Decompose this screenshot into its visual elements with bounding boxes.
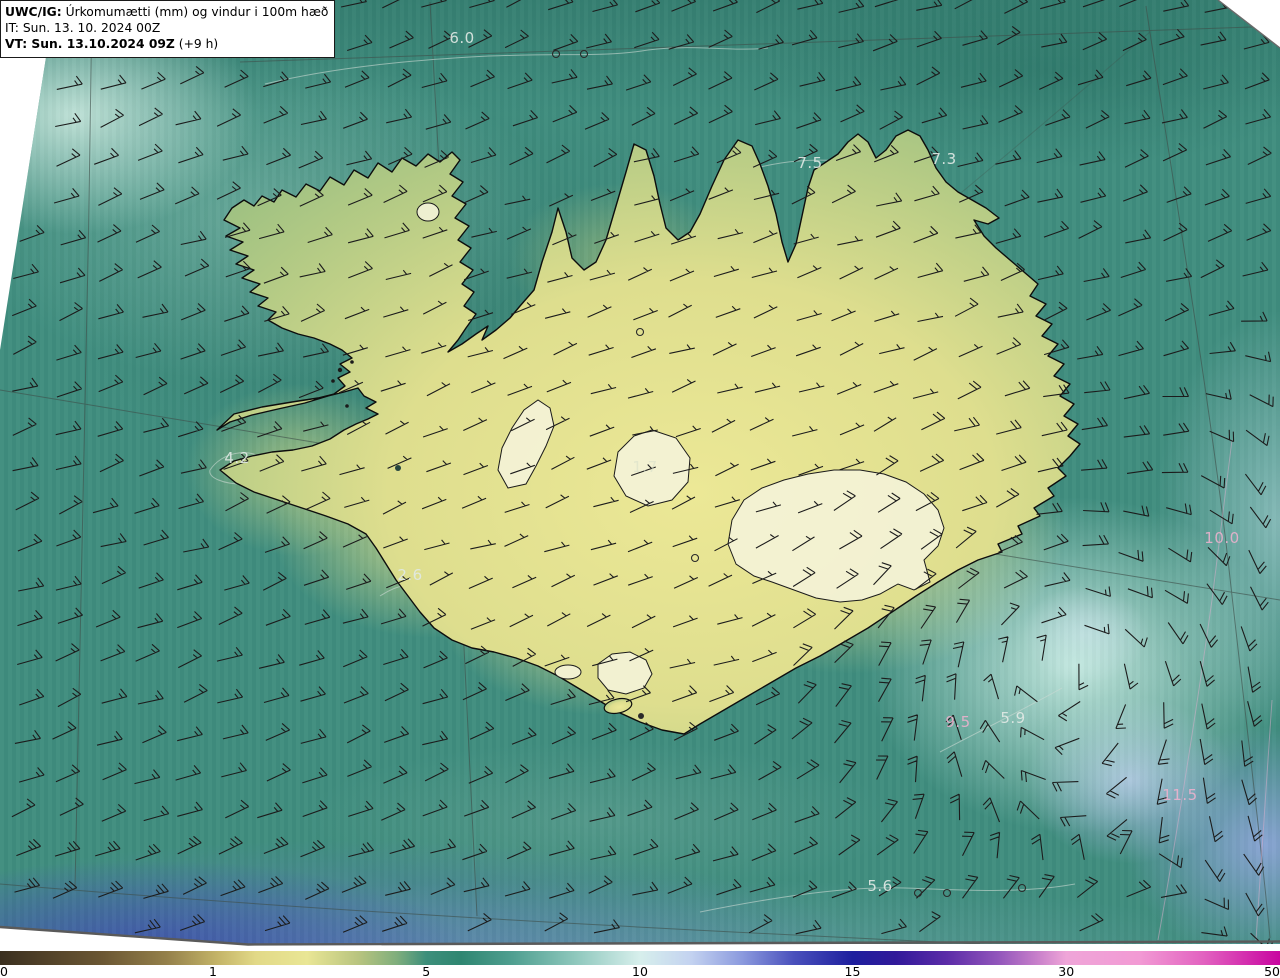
map-canvas: 6.0 7.5 7.3 4.2 2.6 1.7 5.9 9.5 5.6 10.0 11.5 UWC/… bbox=[0, 0, 1280, 950]
projection-region: 6.0 7.5 7.3 4.2 2.6 1.7 5.9 9.5 5.6 10.0 11.5 bbox=[0, 0, 1280, 944]
colorbar-tick-10: 10 bbox=[632, 964, 648, 978]
map-overlay-svg bbox=[0, 0, 1280, 944]
calm-circle bbox=[942, 888, 952, 898]
colorbar-tick-0: 0 bbox=[0, 964, 8, 978]
init-time: IT: Sun. 13. 10. 2024 00Z bbox=[5, 21, 161, 36]
colorbar-tick-1: 1 bbox=[209, 964, 217, 978]
lead-time: (+9 h) bbox=[174, 37, 219, 52]
colorbar-gradient bbox=[0, 951, 1280, 965]
title-line-3: VT: Sun. 13.10.2024 09Z (+9 h) bbox=[5, 36, 328, 52]
title-line-1: UWC/IG: Úrkomumætti (mm) og vindur i 100… bbox=[5, 4, 328, 20]
colorbar-tick-15: 15 bbox=[844, 964, 861, 978]
calm-circle bbox=[913, 888, 923, 898]
product-desc: Úrkomumætti (mm) og vindur i 100m hæð bbox=[61, 5, 329, 19]
title-box: UWC/IG: Úrkomumætti (mm) og vindur i 100… bbox=[0, 0, 336, 58]
calm-circle bbox=[579, 49, 589, 59]
colorbar-tick-50: 50 bbox=[1264, 964, 1280, 978]
colorbar-tick-30: 30 bbox=[1058, 964, 1075, 978]
valid-time: VT: Sun. 13.10.2024 09Z bbox=[5, 37, 175, 52]
colorbar-tick-labels: 0 1 5 10 15 30 50 bbox=[0, 964, 1280, 978]
weather-map-page: 6.0 7.5 7.3 4.2 2.6 1.7 5.9 9.5 5.6 10.0 11.5 UWC/… bbox=[0, 0, 1280, 978]
product-id: UWC/IG: bbox=[5, 5, 62, 19]
colorbar-tick-5: 5 bbox=[422, 964, 431, 978]
calm-circle bbox=[1017, 883, 1027, 893]
colorbar: 0 1 5 10 15 30 50 bbox=[0, 950, 1280, 978]
